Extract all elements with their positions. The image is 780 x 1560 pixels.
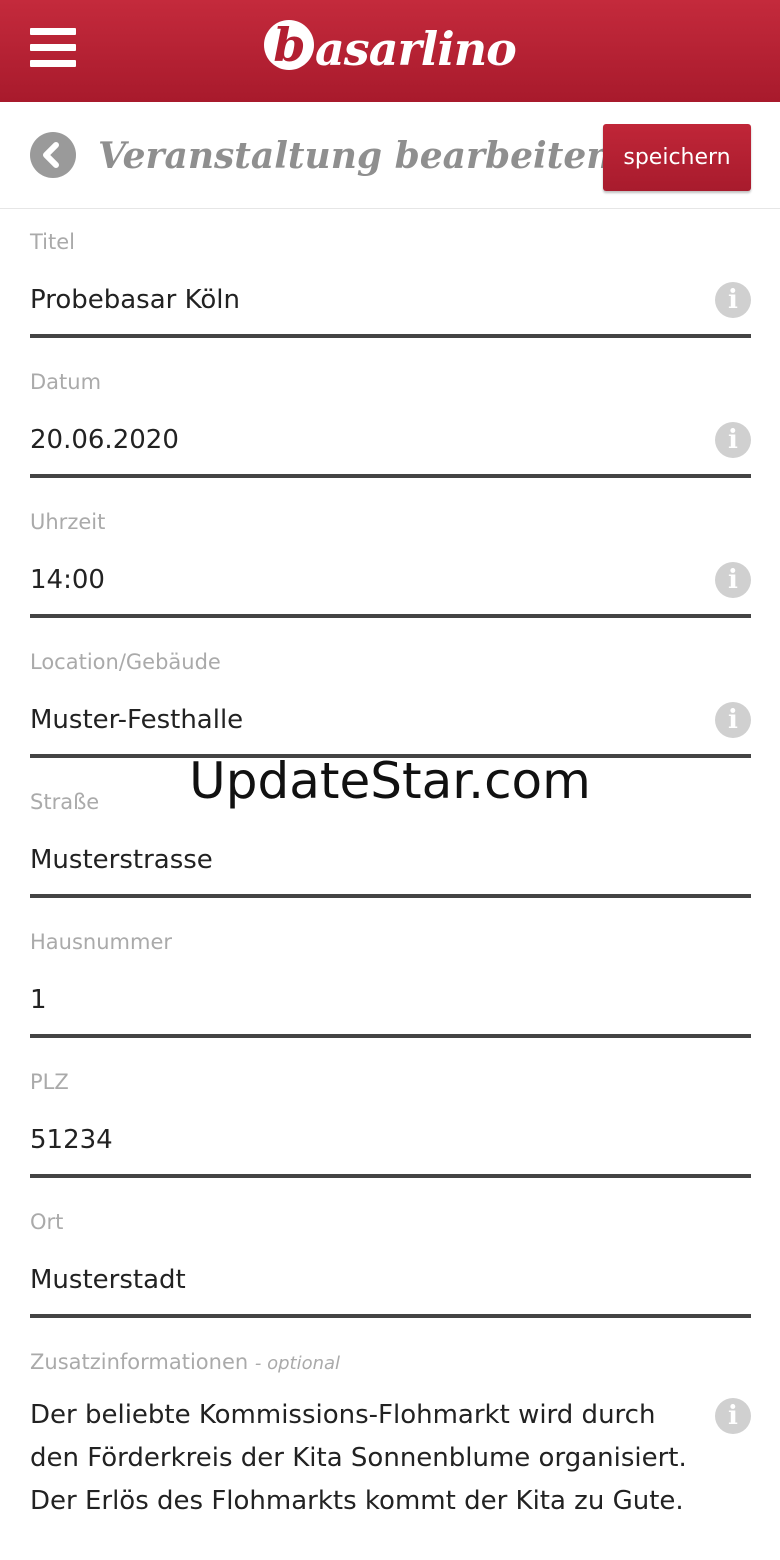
field-hausnummer[interactable]: Hausnummer 1	[30, 910, 751, 1050]
field-plz[interactable]: PLZ 51234	[30, 1050, 751, 1190]
field-input[interactable]: Musterstadt	[30, 1260, 186, 1300]
field-input[interactable]: 20.06.2020	[30, 420, 179, 460]
field-input[interactable]: 51234	[30, 1120, 113, 1160]
app-logo: b asarlino	[264, 18, 517, 80]
top-app-bar: b asarlino	[0, 0, 780, 102]
watermark: UpdateStar.com	[189, 752, 591, 810]
info-icon[interactable]: i	[715, 422, 751, 458]
field-input[interactable]: Probebasar Köln	[30, 280, 240, 320]
info-icon[interactable]: i	[715, 702, 751, 738]
field-ort[interactable]: Ort Musterstadt	[30, 1190, 751, 1330]
field-datum[interactable]: Datum 20.06.2020 i	[30, 350, 751, 490]
field-label: Hausnummer	[30, 930, 172, 954]
field-label: PLZ	[30, 1070, 69, 1094]
zusatz-text[interactable]: Der beliebte Kommissions-Flohmarkt wird …	[30, 1394, 700, 1523]
field-uhrzeit[interactable]: Uhrzeit 14:00 i	[30, 490, 751, 630]
field-underline	[30, 1174, 751, 1178]
info-icon[interactable]: i	[715, 562, 751, 598]
field-underline	[30, 1314, 751, 1318]
page-title: Veranstaltung bearbeiten	[98, 135, 613, 177]
field-underline	[30, 334, 751, 338]
back-arrow-icon[interactable]	[30, 132, 76, 178]
field-label: Ort	[30, 1210, 64, 1234]
info-icon[interactable]: i	[715, 282, 751, 318]
field-titel[interactable]: Titel Probebasar Köln i	[30, 210, 751, 350]
field-zusatzinformationen[interactable]: Zusatzinformationen - optional Der belie…	[30, 1330, 751, 1550]
info-icon[interactable]: i	[715, 1398, 751, 1434]
field-underline	[30, 1034, 751, 1038]
field-label: Zusatzinformationen - optional	[30, 1350, 341, 1374]
field-input[interactable]: Muster-Festhalle	[30, 700, 243, 740]
menu-icon[interactable]	[30, 28, 76, 68]
field-underline	[30, 474, 751, 478]
save-button[interactable]: speichern	[603, 124, 751, 191]
field-label: Location/Gebäude	[30, 650, 221, 674]
field-input[interactable]: 14:00	[30, 560, 105, 600]
field-input[interactable]: 1	[30, 980, 47, 1020]
field-underline	[30, 614, 751, 618]
field-label: Uhrzeit	[30, 510, 106, 534]
field-input[interactable]: Musterstrasse	[30, 840, 213, 880]
field-location-gebäude[interactable]: Location/Gebäude Muster-Festhalle i	[30, 630, 751, 770]
field-underline	[30, 894, 751, 898]
field-label: Datum	[30, 370, 102, 394]
field-label: Titel	[30, 230, 76, 254]
